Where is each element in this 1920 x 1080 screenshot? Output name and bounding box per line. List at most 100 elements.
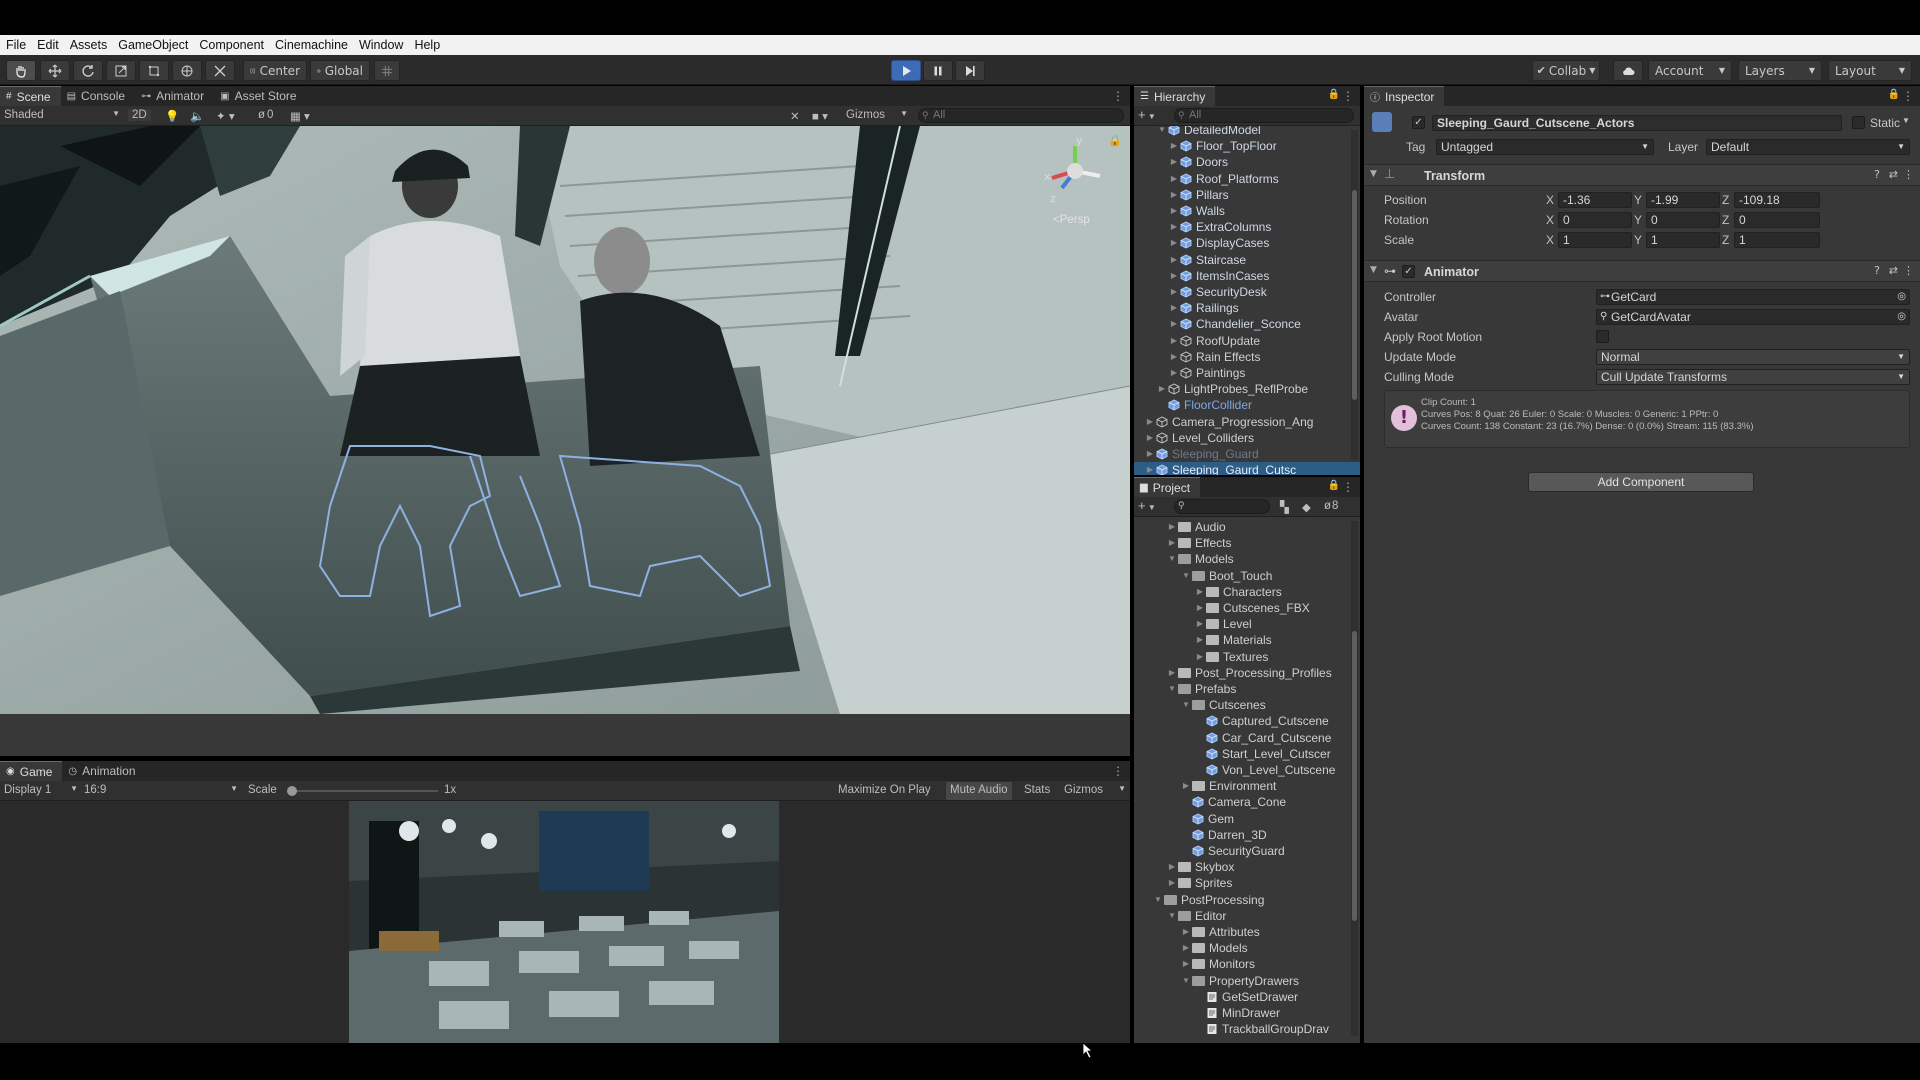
expand-arrow-icon[interactable]: ▼ [1180, 568, 1192, 584]
grid-snap-button[interactable] [374, 60, 400, 81]
collapse-arrow-icon[interactable]: ▶ [1168, 235, 1180, 251]
hidden-packages-toggle[interactable]: ø 8 [1324, 500, 1338, 512]
hierarchy-row[interactable]: ▶ ItemsInCases [1134, 268, 1360, 284]
menu-item-assets[interactable]: Assets [70, 38, 108, 52]
filter-type-icon[interactable]: ▚ [1280, 500, 1289, 514]
collapse-arrow-icon[interactable]: ▶ [1168, 268, 1180, 284]
cloud-button[interactable] [1613, 60, 1643, 81]
2d-toggle[interactable]: 2D [128, 109, 151, 121]
collapse-arrow-icon[interactable]: ▼ [1370, 169, 1377, 179]
game-gizmos-dropdown[interactable]: Gizmos ▼ [1064, 784, 1126, 796]
hierarchy-row[interactable]: ▶ Rain Effects [1134, 349, 1360, 365]
project-row[interactable]: ▼ Models [1134, 551, 1234, 567]
tab-hierarchy[interactable]: ☰ Hierarchy [1134, 86, 1216, 106]
project-scrollbar[interactable] [1351, 521, 1358, 1036]
hierarchy-row[interactable]: ▶ Level_Colliders [1134, 430, 1360, 446]
scale-x-field[interactable]: 1 [1558, 232, 1632, 248]
collapse-arrow-icon[interactable]: ▶ [1168, 154, 1180, 170]
menu-item-component[interactable]: Component [199, 38, 264, 52]
project-row[interactable]: ▶ Level [1134, 616, 1252, 632]
avatar-field[interactable]: ⚲ GetCardAvatar ◎ [1596, 309, 1910, 325]
layers-dropdown[interactable]: Layers ▼ [1738, 60, 1822, 81]
collapse-arrow-icon[interactable]: ▶ [1180, 924, 1192, 940]
project-row[interactable]: ▶ Models [1134, 940, 1248, 956]
position-z-field[interactable]: -109.18 [1734, 192, 1820, 208]
filter-label-icon[interactable]: ◆ [1302, 500, 1311, 514]
hierarchy-row[interactable]: ▶ Doors [1134, 154, 1360, 170]
scale-slider-handle[interactable] [287, 786, 297, 796]
collapse-arrow-icon[interactable]: ▶ [1156, 381, 1168, 397]
help-icon[interactable]: ? [1874, 168, 1880, 181]
collapse-arrow-icon[interactable]: ▶ [1194, 600, 1206, 616]
tab-asset-store[interactable]: ▣ Asset Store [214, 86, 306, 106]
play-button[interactable] [891, 60, 921, 81]
hierarchy-row[interactable]: ▶ Camera_Progression_Ang [1134, 414, 1360, 430]
panel-menu-icon[interactable]: ⋮ [1342, 480, 1354, 494]
maximize-on-play-toggle[interactable]: Maximize On Play [838, 784, 931, 796]
expand-arrow-icon[interactable]: ▼ [1166, 908, 1178, 924]
collapse-arrow-icon[interactable]: ▶ [1144, 430, 1156, 446]
hierarchy-row[interactable]: ▶ ExtraColumns [1134, 219, 1360, 235]
collapse-arrow-icon[interactable]: ▶ [1168, 333, 1180, 349]
animator-enabled-checkbox[interactable]: ✓ [1402, 265, 1415, 278]
project-row[interactable]: ▶ Materials [1134, 632, 1272, 648]
layer-dropdown[interactable]: Default ▼ [1706, 139, 1910, 155]
panel-menu-icon[interactable]: ⋮ [1342, 89, 1354, 103]
project-row[interactable]: ▼ PropertyDrawers [1134, 973, 1299, 989]
scale-slider[interactable] [287, 786, 438, 796]
project-row[interactable]: ▶ Textures [1134, 649, 1268, 665]
active-checkbox[interactable]: ✓ [1412, 116, 1425, 129]
collapse-arrow-icon[interactable]: ▶ [1168, 138, 1180, 154]
collapse-arrow-icon[interactable]: ▶ [1144, 446, 1156, 462]
effects-toggle-icon[interactable]: ✦ ▾ [216, 109, 235, 123]
hierarchy-scrollbar[interactable] [1351, 130, 1358, 460]
hierarchy-row[interactable]: ▶ Floor_TopFloor [1134, 138, 1360, 154]
account-dropdown[interactable]: Account ▼ [1648, 60, 1732, 81]
collapse-arrow-icon[interactable]: ▶ [1194, 632, 1206, 648]
scale-y-field[interactable]: 1 [1646, 232, 1720, 248]
project-row[interactable]: Darren_3D [1134, 827, 1267, 843]
collapse-arrow-icon[interactable]: ▼ [1370, 265, 1377, 275]
axis-z-label[interactable]: Z [1722, 213, 1729, 227]
collapse-arrow-icon[interactable]: ▶ [1166, 535, 1178, 551]
collapse-arrow-icon[interactable]: ▶ [1168, 300, 1180, 316]
lock-icon[interactable]: 🔒 [1328, 480, 1340, 491]
collapse-arrow-icon[interactable]: ▶ [1194, 616, 1206, 632]
collapse-arrow-icon[interactable]: ▶ [1168, 284, 1180, 300]
light-toggle-icon[interactable]: 💡 [165, 109, 179, 123]
project-row[interactable]: ▼ PostProcessing [1134, 892, 1264, 908]
project-row[interactable]: Start_Level_Cutscer [1134, 746, 1331, 762]
move-tool-button[interactable] [40, 60, 70, 81]
rotation-x-field[interactable]: 0 [1558, 212, 1632, 228]
custom-tool-button[interactable] [205, 60, 235, 81]
hierarchy-row[interactable]: ▼ DetailedModel [1134, 126, 1360, 138]
hierarchy-search-input[interactable]: ⚲ All [1174, 108, 1354, 123]
audio-toggle-icon[interactable]: 🔈 [190, 109, 204, 123]
axis-z-label[interactable]: Z [1722, 233, 1729, 247]
collapse-arrow-icon[interactable]: ▶ [1168, 203, 1180, 219]
expand-arrow-icon[interactable]: ▼ [1152, 892, 1164, 908]
menu-item-help[interactable]: Help [414, 38, 440, 52]
lock-icon[interactable]: 🔒 [1328, 89, 1340, 100]
hierarchy-row[interactable]: FloorCollider [1134, 397, 1360, 413]
mute-audio-toggle[interactable]: Mute Audio [946, 782, 1012, 800]
collapse-arrow-icon[interactable]: ▶ [1194, 584, 1206, 600]
axis-x-label[interactable]: X [1546, 213, 1554, 227]
collapse-arrow-icon[interactable]: ▶ [1166, 875, 1178, 891]
collapse-arrow-icon[interactable]: ▶ [1144, 414, 1156, 430]
hierarchy-row[interactable]: ▶ Sleeping_Guard [1134, 446, 1360, 462]
tab-project[interactable]: ▆ Project [1134, 477, 1201, 497]
axis-y-label[interactable]: Y [1634, 193, 1642, 207]
transform-header[interactable]: ▼ ⊥ Transform ? ⇄ ⋮ [1364, 164, 1920, 186]
step-button[interactable] [955, 60, 985, 81]
rotation-y-field[interactable]: 0 [1646, 212, 1720, 228]
project-row[interactable]: TrackballGroupDrav [1134, 1021, 1329, 1037]
add-component-button[interactable]: Add Component [1528, 472, 1754, 492]
panel-menu-icon[interactable]: ⋮ [1112, 89, 1124, 103]
collapse-arrow-icon[interactable]: ▶ [1180, 940, 1192, 956]
hierarchy-row[interactable]: ▶ SecurityDesk [1134, 284, 1360, 300]
panel-menu-icon[interactable]: ⋮ [1902, 89, 1914, 103]
object-name-field[interactable]: Sleeping_Gaurd_Cutscene_Actors [1432, 115, 1842, 131]
object-picker-icon[interactable]: ◎ [1897, 310, 1906, 324]
stats-toggle[interactable]: Stats [1024, 784, 1050, 796]
